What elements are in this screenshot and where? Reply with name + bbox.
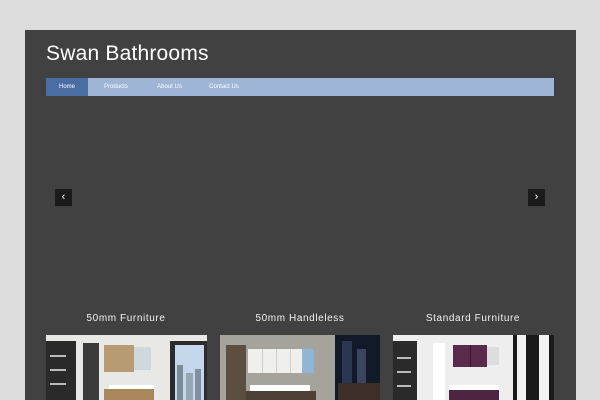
chevron-right-icon: ›	[534, 191, 539, 203]
slider-prev-button[interactable]: ‹	[55, 189, 72, 206]
chevron-left-icon: ‹	[61, 191, 66, 203]
nav-item-products[interactable]: Products	[88, 78, 144, 96]
category-title-standard-furniture[interactable]: Standard Furniture	[393, 313, 553, 324]
nav-item-contact-us[interactable]: Contact Us	[195, 78, 253, 96]
image-slider: ‹ ›	[46, 96, 554, 306]
nav-item-about-us[interactable]: About Us	[144, 78, 195, 96]
category-image-50mm-furniture[interactable]	[46, 335, 207, 400]
site-title[interactable]: Swan Bathrooms	[46, 42, 209, 66]
category-title-50mm-handleless[interactable]: 50mm Handleless	[220, 313, 380, 324]
category-title-50mm-furniture[interactable]: 50mm Furniture	[46, 313, 206, 324]
category-image-standard-furniture[interactable]	[393, 335, 554, 400]
nav-item-home[interactable]: Home	[46, 78, 88, 96]
main-nav: Home Products About Us Contact Us	[46, 78, 554, 96]
slider-next-button[interactable]: ›	[528, 189, 545, 206]
category-image-50mm-handleless[interactable]	[220, 335, 380, 400]
page-container: Swan Bathrooms Home Products About Us Co…	[25, 30, 576, 400]
